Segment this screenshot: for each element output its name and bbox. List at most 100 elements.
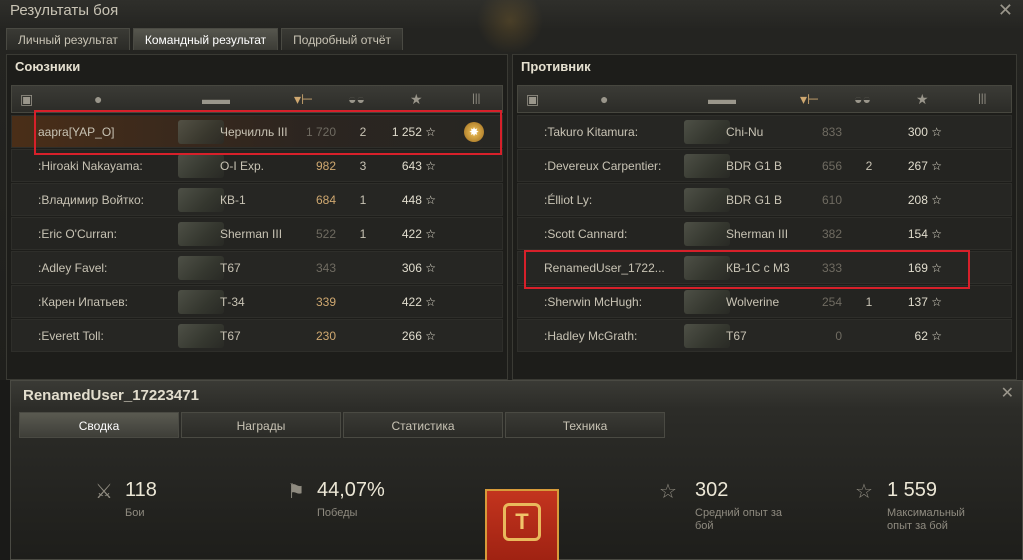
stat-value: 1 559 — [887, 479, 938, 501]
player-row[interactable]: :Everett Toll: T67 230 266 ☆ — [11, 319, 503, 352]
xp-value: 208 ☆ — [907, 193, 942, 207]
star-icon: ☆ — [425, 295, 436, 309]
emblem-icon: Т — [503, 503, 541, 541]
player-name: :Hiroaki Nakayama: — [38, 159, 143, 173]
star-icon: ☆ — [931, 193, 942, 207]
star-icon: ☆ — [931, 227, 942, 241]
player-row[interactable]: :Карен Ипатьев: Т-34 339 422 ☆ — [11, 285, 503, 318]
highlight-box-ally — [34, 110, 502, 155]
tank-image-icon — [684, 120, 730, 144]
xp-star-icon[interactable]: ★ — [916, 91, 929, 108]
kills-value: 1 — [359, 227, 367, 241]
tank-image-icon — [684, 154, 730, 178]
damage-sort-icon[interactable]: ▾⊢ — [800, 91, 819, 108]
player-row[interactable]: :Eric O'Curran: Sherman III 522 1 422 ☆ — [11, 217, 503, 250]
stat-value: 44,07% — [317, 479, 385, 501]
player-icon[interactable]: ● — [600, 91, 608, 107]
tab-summary[interactable]: Сводка — [19, 412, 179, 438]
player-row[interactable]: :Adley Favel: T67 343 306 ☆ — [11, 251, 503, 284]
tank-image-icon — [684, 290, 730, 314]
allies-table-header: ▣ ● ▬▬ ▾⊢ ◒◒ ★ ꔖ — [11, 85, 503, 113]
enemies-table-header: ▣ ● ▬▬ ▾⊢ ◒◒ ★ ꔖ — [517, 85, 1012, 113]
xp-value: 306 ☆ — [401, 261, 436, 275]
profile-title: RenamedUser_17223471 — [23, 387, 199, 404]
tank-name: BDR G1 B — [726, 193, 783, 207]
kills-value: 3 — [359, 159, 367, 173]
tab-vehicles[interactable]: Техника — [505, 412, 665, 438]
stat-value: 118 — [125, 479, 157, 501]
xp-value: 448 ☆ — [401, 193, 436, 207]
player-name: :Sherwin McHugh: — [544, 295, 643, 309]
tank-image-icon — [684, 324, 730, 348]
xp-value: 154 ☆ — [907, 227, 942, 241]
player-name: :Eric O'Curran: — [38, 227, 117, 241]
stat-label: Бои — [125, 507, 145, 519]
damage-value: 684 — [315, 193, 336, 207]
tab-detailed-report[interactable]: Подробный отчёт — [281, 28, 404, 50]
star-icon: ☆ — [425, 193, 436, 207]
xp-star-icon[interactable]: ★ — [410, 91, 423, 108]
highlight-box-enemy — [524, 250, 970, 289]
star-icon: ☆ — [931, 329, 942, 343]
xp-value: 267 ☆ — [907, 159, 942, 173]
tank-icon[interactable]: ▬▬ — [202, 91, 230, 107]
player-name: :Владимир Войтко: — [38, 193, 144, 207]
tab-personal-result[interactable]: Личный результат — [6, 28, 130, 50]
xp-value: 422 ☆ — [401, 227, 436, 241]
player-name: :Scott Cannard: — [544, 227, 628, 241]
tank-name: Т-34 — [220, 295, 245, 309]
tank-icon[interactable]: ▬▬ — [708, 91, 736, 107]
kills-value: 1 — [359, 193, 367, 207]
xp-value: 643 ☆ — [401, 159, 436, 173]
damage-value: 610 — [821, 193, 842, 207]
star-icon: ☆ — [931, 159, 942, 173]
squad-icon[interactable]: ▣ — [526, 91, 539, 108]
allies-panel: Союзники ▣ ● ▬▬ ▾⊢ ◒◒ ★ ꔖ aapra[YAP_O] Че… — [6, 54, 508, 380]
tab-team-result[interactable]: Командный результат — [132, 28, 279, 50]
tank-name: T67 — [220, 329, 241, 343]
player-row[interactable]: :Devereux Carpentier: BDR G1 B 656 2 267 ☆ — [517, 149, 1012, 182]
player-name: :Everett Toll: — [38, 329, 104, 343]
damage-value: 0 — [835, 329, 842, 343]
tab-statistics[interactable]: Статистика — [343, 412, 503, 438]
tab-awards[interactable]: Награды — [181, 412, 341, 438]
kills-icon[interactable]: ◒◒ — [854, 91, 871, 107]
damage-sort-icon[interactable]: ▾⊢ — [294, 91, 313, 108]
damage-value: 382 — [821, 227, 842, 241]
player-row[interactable]: :Sherwin McHugh: Wolverine 254 1 137 ☆ — [517, 285, 1012, 318]
tank-name: T67 — [726, 329, 747, 343]
player-row[interactable]: :Élliot Ly: BDR G1 B 610 208 ☆ — [517, 183, 1012, 216]
damage-value: 343 — [315, 261, 336, 275]
player-row[interactable]: :Scott Cannard: Sherman III 382 154 ☆ — [517, 217, 1012, 250]
medal-icon[interactable]: ꔖ — [978, 91, 986, 108]
tank-image-icon — [178, 256, 224, 280]
close-icon[interactable]: ✕ — [998, 0, 1013, 21]
tank-image-icon — [178, 154, 224, 178]
stat-label: Победы — [317, 507, 358, 519]
tank-image-icon — [178, 324, 224, 348]
player-name: :Élliot Ly: — [544, 193, 593, 207]
damage-value: 656 — [821, 159, 842, 173]
player-name: :Takuro Kitamura: — [544, 125, 639, 139]
result-tabs: Личный результат Командный результат Под… — [6, 28, 404, 50]
medal-icon[interactable]: ꔖ — [472, 91, 480, 108]
tank-image-icon — [178, 290, 224, 314]
stat-label: Средний опыт за бой — [695, 507, 783, 532]
kills-icon[interactable]: ◒◒ — [348, 91, 365, 107]
player-name: :Adley Favel: — [38, 261, 108, 275]
tank-name: Sherman III — [726, 227, 789, 241]
tank-name: Chi-Nu — [726, 125, 764, 139]
star-icon: ☆ — [425, 227, 436, 241]
xp-value: 62 ☆ — [914, 329, 942, 343]
tank-image-icon — [684, 188, 730, 212]
xp-value: 422 ☆ — [401, 295, 436, 309]
player-row[interactable]: :Hadley McGrath: T67 0 62 ☆ — [517, 319, 1012, 352]
player-row[interactable]: :Владимир Войтко: КВ-1 684 1 448 ☆ — [11, 183, 503, 216]
close-icon[interactable]: ✕ — [1001, 383, 1014, 403]
tank-name: T67 — [220, 261, 241, 275]
squad-icon[interactable]: ▣ — [20, 91, 33, 108]
player-row[interactable]: :Takuro Kitamura: Chi-Nu 833 300 ☆ — [517, 115, 1012, 148]
tank-name: КВ-1 — [220, 193, 246, 207]
player-icon[interactable]: ● — [94, 91, 102, 107]
tank-image-icon — [178, 222, 224, 246]
